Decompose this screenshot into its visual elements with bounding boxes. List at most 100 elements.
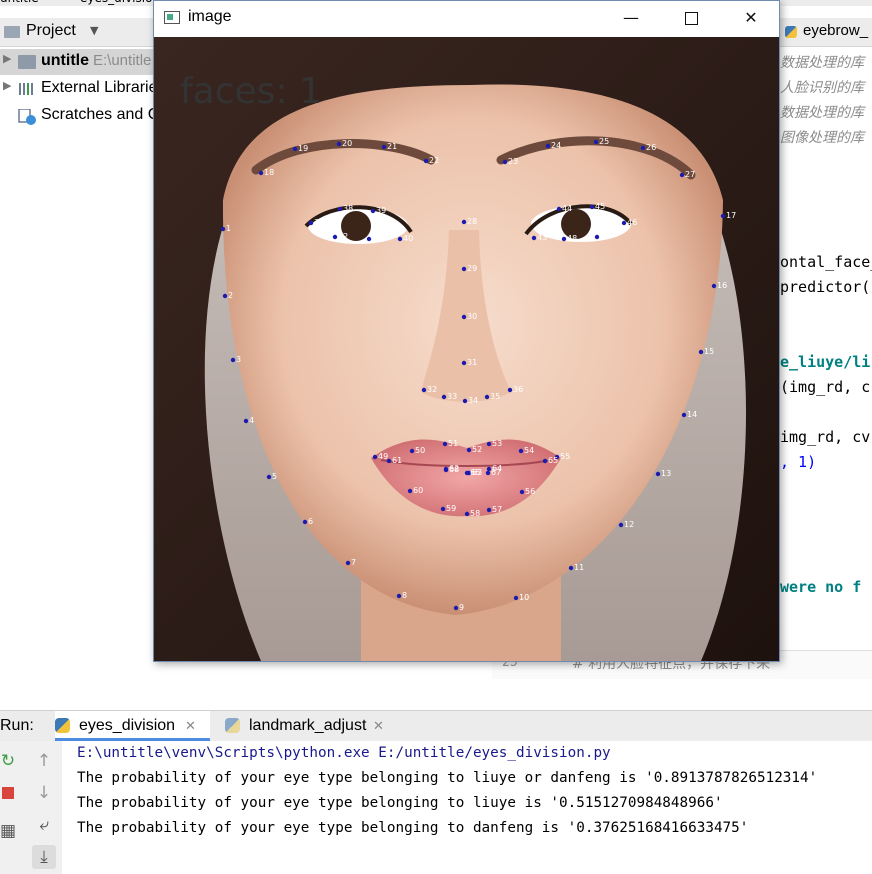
landmark-label: 21 <box>387 142 397 151</box>
landmark-label: 17 <box>726 211 736 220</box>
landmark-label: 23 <box>508 157 518 166</box>
landmark-label: 50 <box>415 446 425 455</box>
maximize-button[interactable] <box>662 1 720 36</box>
landmark-label: 54 <box>524 446 534 455</box>
landmark-point <box>409 448 415 454</box>
landmark-point <box>513 595 519 601</box>
landmark-label: 30 <box>467 312 477 321</box>
landmark-point <box>594 234 600 240</box>
run-tab-landmark-adjust[interactable]: landmark_adjust ✕ <box>225 711 400 741</box>
tree-item-external-libraries[interactable]: ▶ External Libraries <box>0 76 166 102</box>
layout-icon[interactable]: ▦ <box>0 819 20 843</box>
landmark-point <box>461 314 467 320</box>
console-line: The probability of your eye type belongi… <box>77 795 723 811</box>
arrow-up-icon[interactable]: ↑ <box>32 749 56 773</box>
code-line: predictor( <box>780 278 871 296</box>
run-tab-eyes-division[interactable]: eyes_division ✕ <box>55 711 210 741</box>
top-file-tab[interactable]: eyes_division <box>80 0 160 5</box>
soft-wrap-icon[interactable]: ⤶ <box>32 813 56 837</box>
close-button[interactable]: ✕ <box>722 1 780 36</box>
landmark-point <box>640 145 646 151</box>
expand-arrow-icon[interactable]: ▶ <box>3 52 11 65</box>
code-comment: 图像处理的库 <box>780 130 864 146</box>
landmark-label: 45 <box>595 202 605 211</box>
landmark-point <box>531 235 537 241</box>
scroll-to-end-icon[interactable]: ⤓ <box>32 845 56 869</box>
window-app-icon <box>164 11 180 24</box>
minimize-button[interactable]: — <box>602 1 660 36</box>
faces-count-label: faces: 1 <box>180 71 322 112</box>
landmark-label: 5 <box>272 472 277 481</box>
landmark-point <box>441 394 447 400</box>
landmark-point <box>421 387 427 393</box>
landmark-point <box>372 454 378 460</box>
scratches-icon <box>18 108 36 125</box>
landmark-point <box>461 219 467 225</box>
top-project-name[interactable]: untitle <box>0 0 39 5</box>
landmark-point <box>466 447 472 453</box>
landmark-point <box>556 206 562 212</box>
landmark-point <box>486 507 492 513</box>
expand-arrow-icon[interactable]: ▶ <box>3 79 11 92</box>
landmark-point <box>302 519 308 525</box>
landmark-label: 58 <box>470 509 480 518</box>
landmark-point <box>443 467 449 473</box>
rerun-icon[interactable]: ↻ <box>0 749 20 773</box>
landmark-label: 9 <box>459 603 464 612</box>
landmark-point <box>461 266 467 272</box>
landmark-label: 14 <box>687 410 697 419</box>
image-window-title: image <box>188 8 232 25</box>
landmark-label: 41 <box>372 234 382 243</box>
landmark-label: 40 <box>403 234 413 243</box>
python-file-icon <box>785 26 797 38</box>
landmark-point <box>453 605 459 611</box>
landmark-point <box>258 170 264 176</box>
landmark-point <box>593 139 599 145</box>
tree-item-untitle[interactable]: ▶ untitle E:\untitle <box>0 49 160 75</box>
landmark-label: 57 <box>492 505 502 514</box>
run-label: Run: <box>0 717 34 734</box>
image-window-titlebar[interactable]: image — ✕ <box>154 1 779 36</box>
code-line: ontal_face_ <box>780 253 872 271</box>
code-comment: 数据处理的库 <box>780 105 864 121</box>
python-icon <box>55 718 70 733</box>
close-icon[interactable]: ✕ <box>185 718 196 734</box>
landmark-label: 26 <box>646 143 656 152</box>
tree-item-scratches[interactable]: Scratches and Consoles <box>0 103 214 129</box>
landmark-label: 49 <box>378 452 388 461</box>
landmark-label: 27 <box>685 170 695 179</box>
landmark-point <box>720 213 726 219</box>
arrow-down-icon[interactable]: ↓ <box>32 781 56 805</box>
landmark-label: 29 <box>467 264 477 273</box>
code-comment: 数据处理的库 <box>780 55 864 71</box>
landmark-point <box>396 593 402 599</box>
editor-tab[interactable]: eyebrow_ <box>780 18 872 47</box>
landmark-point <box>337 206 343 212</box>
image-window[interactable]: image — ✕ 1 2 3 4 5 6 7 8 9 10 11 12 13 … <box>153 0 780 662</box>
landmark-label: 52 <box>472 445 482 454</box>
landmark-label: 68 <box>449 465 459 474</box>
chevron-down-icon[interactable]: ▼ <box>90 24 98 37</box>
landmark-point <box>464 511 470 517</box>
close-icon[interactable]: ✕ <box>373 718 384 734</box>
landmark-point <box>397 236 403 242</box>
landmark-point <box>502 159 508 165</box>
run-panel-header: Run: eyes_division ✕ landmark_adjust ✕ <box>0 710 872 742</box>
landmark-label: 35 <box>490 392 500 401</box>
landmark-label: 3 <box>236 355 241 364</box>
landmark-point <box>542 458 548 464</box>
landmark-point <box>442 441 448 447</box>
landmark-point <box>230 357 236 363</box>
landmark-point <box>507 387 513 393</box>
project-panel-header[interactable]: Project ▼ <box>0 18 160 47</box>
landmark-point <box>366 236 372 242</box>
landmark-label: 37 <box>314 218 324 227</box>
landmark-label: 6 <box>308 517 313 526</box>
landmark-label: 13 <box>661 469 671 478</box>
code-line: img_rd, cv <box>780 428 871 446</box>
run-tab-label: landmark_adjust <box>249 717 367 734</box>
landmark-label: 39 <box>376 206 386 215</box>
stop-button[interactable] <box>0 781 20 805</box>
landmark-point <box>519 489 525 495</box>
console-output[interactable]: E:\untitle\venv\Scripts\python.exe E:/un… <box>62 741 872 874</box>
